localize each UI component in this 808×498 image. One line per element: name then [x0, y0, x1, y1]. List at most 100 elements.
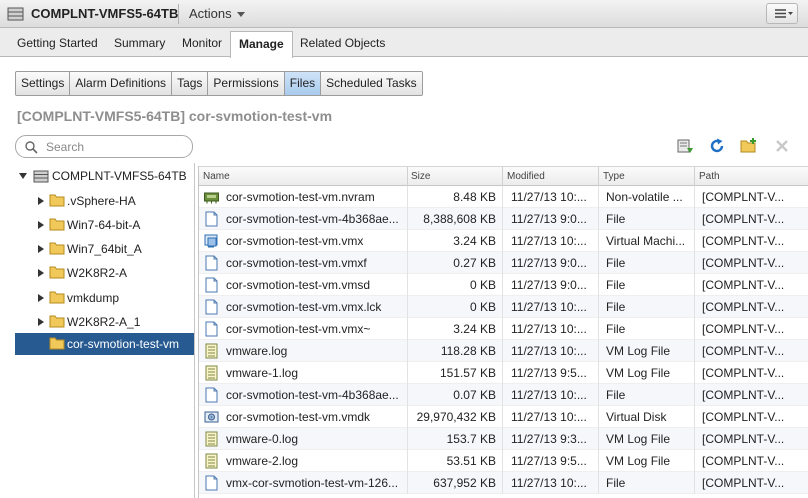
- column-divider: [407, 318, 408, 340]
- table-row[interactable]: cor-svmotion-test-vm.vmx 3.24 KB 11/27/13 …: [199, 230, 808, 252]
- tree-item-win7-64-bit-a[interactable]: Win7-64-bit-A: [15, 214, 194, 236]
- column-divider: [502, 230, 503, 252]
- cell-modified: 11/27/13 10:...: [511, 234, 587, 248]
- subtab-permissions[interactable]: Permissions: [208, 72, 285, 95]
- expand-arrow-icon[interactable]: [38, 221, 44, 229]
- tree-item-win7-64bit-a[interactable]: Win7_64bit_A: [15, 238, 194, 260]
- expand-arrow-icon[interactable]: [38, 245, 44, 253]
- tab-getting-started[interactable]: Getting Started: [17, 36, 98, 50]
- delete-icon[interactable]: [773, 137, 791, 155]
- table-row[interactable]: cor-svmotion-test-vm.vmx~ 3.24 KB 11/27/13…: [199, 318, 808, 340]
- table-row[interactable]: vmware-0.log 153.7 KB 11/27/13 9:3... VM Lo…: [199, 428, 808, 450]
- refresh-icon[interactable]: [708, 137, 726, 155]
- subtab-scheduled-tasks[interactable]: Scheduled Tasks: [321, 72, 422, 95]
- table-header: Name Size Modified Type Path: [199, 166, 808, 187]
- column-divider: [694, 167, 695, 187]
- column-divider: [407, 406, 408, 428]
- search-input[interactable]: [46, 139, 186, 154]
- file-icon: [205, 255, 218, 271]
- tree-item-label: vmkdump: [67, 291, 120, 305]
- tree-item-w2k8r2-a-1[interactable]: W2K8R2-A_1: [15, 311, 194, 333]
- column-header-type[interactable]: Type: [603, 171, 625, 182]
- manage-subtabs: Settings Alarm Definitions Tags Permissi…: [15, 71, 423, 96]
- expand-arrow-icon[interactable]: [38, 269, 44, 277]
- column-divider: [502, 208, 503, 230]
- column-divider: [598, 362, 599, 384]
- tab-related-objects[interactable]: Related Objects: [300, 36, 385, 50]
- tree-item-label: .vSphere-HA: [67, 194, 136, 208]
- tree-item-vsphere-ha[interactable]: .vSphere-HA: [15, 190, 194, 212]
- table-row[interactable]: cor-svmotion-test-vm-4b368ae... 8,388,608…: [199, 208, 808, 230]
- table-row[interactable]: vmware.log 118.28 KB 11/27/13 10:... VM Log…: [199, 340, 808, 362]
- column-divider: [502, 428, 503, 450]
- cell-name: vmware-0.log: [226, 432, 299, 446]
- cell-name: vmware-1.log: [226, 366, 299, 380]
- subtab-tags[interactable]: Tags: [172, 72, 209, 95]
- column-divider: [598, 186, 599, 208]
- new-folder-icon[interactable]: [740, 137, 758, 155]
- table-row[interactable]: vmx-cor-svmotion-test-vm-126... 637,952 K…: [199, 472, 808, 494]
- subtab-alarm-definitions[interactable]: Alarm Definitions: [70, 72, 173, 95]
- subtab-files[interactable]: Files: [284, 72, 322, 95]
- upload-icon[interactable]: [676, 137, 694, 155]
- column-divider: [598, 450, 599, 472]
- menu-button[interactable]: [766, 3, 798, 24]
- cell-modified: 11/27/13 10:...: [511, 322, 587, 336]
- cell-name: cor-svmotion-test-vm.vmsd: [226, 278, 371, 292]
- folder-icon: [49, 242, 65, 255]
- cell-size: 153.7 KB: [446, 432, 496, 446]
- tree-root-label: COMPLNT-VMFS5-64TB: [52, 169, 187, 183]
- files-table: Name Size Modified Type Path cor-svmotio…: [198, 166, 808, 498]
- cell-path: [COMPLNT-V...: [702, 212, 785, 226]
- tree-item-vmkdump[interactable]: vmkdump: [15, 287, 194, 309]
- subtab-settings[interactable]: Settings: [16, 72, 71, 95]
- column-header-modified[interactable]: Modified: [507, 171, 545, 182]
- table-row[interactable]: cor-svmotion-test-vm.nvram 8.48 KB 11/27/1…: [199, 186, 808, 208]
- table-row[interactable]: cor-svmotion-test-vm.vmx.lck 0 KB 11/27/13…: [199, 296, 808, 318]
- column-divider: [598, 340, 599, 362]
- tab-summary[interactable]: Summary: [114, 36, 165, 50]
- table-row[interactable]: vmware-1.log 151.57 KB 11/27/13 9:5... VM L…: [199, 362, 808, 384]
- expand-arrow-icon[interactable]: [38, 197, 44, 205]
- cell-path: [COMPLNT-V...: [702, 388, 785, 402]
- datastore-icon: [33, 170, 49, 183]
- cell-modified: 11/27/13 9:3...: [511, 432, 587, 446]
- column-divider: [502, 450, 503, 472]
- tree-item-label: W2K8R2-A: [67, 266, 128, 280]
- expand-arrow-icon[interactable]: [19, 173, 27, 179]
- cell-type: File: [606, 300, 626, 314]
- column-divider: [694, 472, 695, 494]
- cell-modified: 11/27/13 9:0...: [511, 212, 587, 226]
- cell-name: cor-svmotion-test-vm.vmx.lck: [226, 300, 382, 314]
- table-row[interactable]: cor-svmotion-test-vm.vmsd 0 KB 11/27/13 9:…: [199, 274, 808, 296]
- cell-type: File: [606, 388, 626, 402]
- cell-name: vmware-2.log: [226, 454, 299, 468]
- cell-size: 8,388,608 KB: [423, 212, 496, 226]
- column-header-size[interactable]: Size: [411, 171, 430, 182]
- tree-item-label: cor-svmotion-test-vm: [67, 337, 180, 351]
- table-row[interactable]: vmware-2.log 53.51 KB 11/27/13 9:5... VM Lo…: [199, 450, 808, 472]
- log-icon: [205, 453, 218, 469]
- table-row[interactable]: cor-svmotion-test-vm.vmxf 0.27 KB 11/27/13…: [199, 252, 808, 274]
- actions-menu-button[interactable]: Actions: [189, 6, 245, 21]
- column-divider: [694, 296, 695, 318]
- cell-name: cor-svmotion-test-vm.vmx: [226, 234, 364, 248]
- tree-root[interactable]: COMPLNT-VMFS5-64TB: [15, 165, 194, 187]
- tab-monitor[interactable]: Monitor: [182, 36, 222, 50]
- table-row[interactable]: cor-svmotion-test-vm.vmdk 29,970,432 KB 11…: [199, 406, 808, 428]
- column-divider: [694, 362, 695, 384]
- table-row[interactable]: cor-svmotion-test-vm-4b368ae... 0.07 KB 11…: [199, 384, 808, 406]
- column-divider: [598, 406, 599, 428]
- tree-item-cor-svmotion-test-vm[interactable]: cor-svmotion-test-vm: [15, 333, 194, 355]
- tree-item-w2k8r2-a[interactable]: W2K8R2-A: [15, 262, 194, 284]
- tab-manage[interactable]: Manage: [230, 31, 293, 58]
- column-divider: [502, 167, 503, 187]
- cell-modified: 11/27/13 9:0...: [511, 278, 587, 292]
- cell-path: [COMPLNT-V...: [702, 322, 785, 336]
- expand-arrow-icon[interactable]: [38, 294, 44, 302]
- log-icon: [205, 365, 218, 381]
- expand-arrow-icon[interactable]: [38, 318, 44, 326]
- disk-icon: [204, 411, 219, 423]
- column-header-name[interactable]: Name: [203, 171, 230, 182]
- column-header-path[interactable]: Path: [699, 171, 720, 182]
